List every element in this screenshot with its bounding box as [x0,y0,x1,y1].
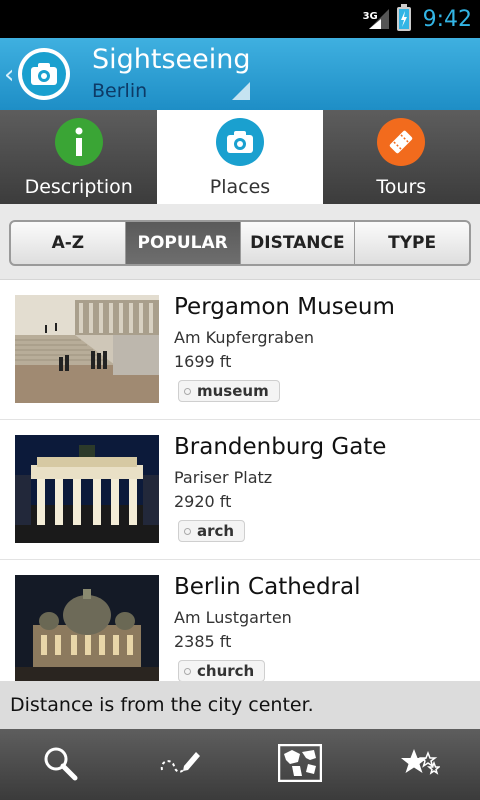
place-address: Am Kupfergraben [174,328,315,347]
favorites-button[interactable] [360,729,480,800]
places-list: Pergamon Museum Am Kupfergraben 1699 ft … [0,280,480,681]
search-icon [42,745,78,785]
draw-route-icon [158,748,202,782]
info-icon [54,118,103,166]
tab-tours[interactable]: Tours [323,110,480,204]
bottom-toolbar [0,729,480,800]
page-title: Sightseeing [92,44,251,75]
place-name: Berlin Cathedral [174,574,361,600]
battery-icon [396,4,411,31]
place-distance: 2920 ft [174,492,232,511]
sort-type-button[interactable]: TYPE [355,222,469,264]
favorites-icon [400,745,442,785]
camera-icon [216,118,264,166]
dropdown-indicator-icon[interactable] [232,82,250,100]
place-thumbnail [15,435,159,543]
place-tag[interactable]: arch [178,520,246,542]
map-icon [277,743,323,786]
list-item[interactable]: Brandenburg Gate Pariser Platz 2920 ft a… [0,420,480,560]
ticket-icon [377,118,426,166]
place-thumbnail [15,295,159,403]
map-button[interactable] [240,729,360,800]
action-bar: ‹ Sightseeing Berlin [0,38,480,110]
search-button[interactable] [0,729,120,800]
place-thumbnail [15,575,159,681]
back-chevron-icon[interactable]: ‹ [4,60,14,90]
signal-icon: 3G [363,7,391,31]
place-address: Am Lustgarten [174,608,292,627]
sort-bar: A-Z POPULAR DISTANCE TYPE [0,204,480,280]
tab-label: Places [209,176,271,198]
tab-places[interactable]: Places [157,110,323,204]
tab-description[interactable]: Description [0,110,157,204]
clock: 9:42 [422,6,472,32]
tab-bar: Description Places Tours [0,110,480,204]
network-type: 3G [362,11,378,22]
draw-route-button[interactable] [120,729,240,800]
place-name: Brandenburg Gate [174,434,387,460]
sort-popular-button[interactable]: POPULAR [125,222,241,264]
tab-label: Tours [376,176,427,198]
camera-icon [22,52,66,96]
sort-segmented-control: A-Z POPULAR DISTANCE TYPE [9,220,471,266]
status-bar: 3G 9:42 [0,0,480,38]
place-name: Pergamon Museum [174,294,395,320]
list-item[interactable]: Pergamon Museum Am Kupfergraben 1699 ft … [0,280,480,420]
place-distance: 2385 ft [174,632,232,651]
city-selector[interactable]: Berlin [92,80,147,102]
tab-label: Description [24,176,133,198]
place-address: Pariser Platz [174,468,273,487]
sort-az-button[interactable]: A-Z [11,222,126,264]
app-logo[interactable] [18,48,70,100]
list-item[interactable]: Berlin Cathedral Am Lustgarten 2385 ft c… [0,560,480,681]
sort-distance-button[interactable]: DISTANCE [241,222,356,264]
place-tag[interactable]: museum [178,380,280,402]
place-distance: 1699 ft [174,352,232,371]
info-message: Distance is from the city center. [0,681,480,729]
place-tag[interactable]: church [178,660,266,681]
